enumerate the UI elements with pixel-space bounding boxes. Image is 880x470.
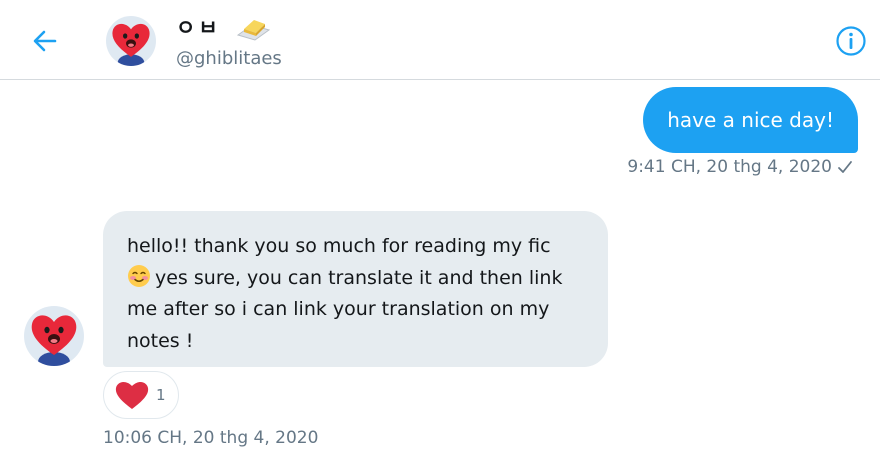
conversation-header: ㅇㅂ @ghiblitaes	[0, 0, 880, 80]
back-button[interactable]	[30, 26, 60, 56]
checkmark-icon	[838, 161, 852, 173]
tata-heart-character-icon	[106, 16, 156, 66]
received-message-text-part2: yes sure, you can translate it and then …	[127, 266, 563, 352]
display-name: ㅇㅂ	[176, 16, 221, 40]
sent-message-timestamp: 9:41 CH, 20 thg 4, 2020	[627, 157, 832, 177]
reaction-count: 1	[156, 386, 166, 404]
sender-avatar[interactable]	[24, 306, 84, 366]
sent-message-text: have a nice day!	[667, 108, 834, 132]
avatar[interactable]	[106, 16, 156, 66]
heart-icon	[115, 381, 149, 409]
display-name-row[interactable]: ㅇㅂ	[176, 12, 271, 42]
tata-heart-character-icon	[24, 306, 84, 366]
info-button[interactable]	[835, 25, 867, 57]
heart-reaction[interactable]: 1	[103, 371, 179, 419]
received-message-bubble[interactable]: hello!! thank you so much for reading my…	[103, 211, 608, 367]
received-message-timestamp: 10:06 CH, 20 thg 4, 2020	[103, 428, 319, 448]
smiling-face-icon	[128, 264, 150, 287]
user-handle: @ghiblitaes	[176, 48, 282, 69]
sent-message-meta: 9:41 CH, 20 thg 4, 2020	[627, 157, 854, 177]
info-circle-icon	[836, 26, 866, 56]
received-message-text-part1: hello!! thank you so much for reading my…	[127, 235, 551, 257]
sent-message-bubble[interactable]: have a nice day!	[643, 87, 858, 153]
arrow-left-icon	[33, 30, 57, 52]
butter-icon	[236, 20, 270, 41]
